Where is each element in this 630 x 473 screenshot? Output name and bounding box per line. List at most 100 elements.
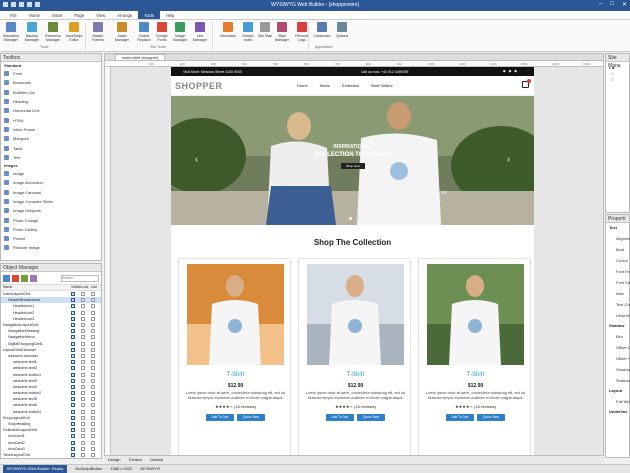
object-visible-checkbox[interactable] <box>71 440 75 445</box>
object-visible-checkbox[interactable] <box>71 396 75 402</box>
object-use-checkbox[interactable] <box>91 347 95 352</box>
object-visible-checkbox[interactable] <box>71 415 75 420</box>
object-visible-checkbox[interactable] <box>71 353 75 358</box>
property-row[interactable]: Blur <box>606 331 629 342</box>
object-lock-checkbox[interactable] <box>81 316 85 321</box>
property-row[interactable]: Offset Y <box>606 353 630 364</box>
add-to-cart-button[interactable]: Add To Cart <box>206 414 234 421</box>
object-visible-checkbox[interactable] <box>71 421 75 427</box>
object-use-checkbox[interactable] <box>91 292 95 297</box>
object-lock-checkbox[interactable] <box>81 298 85 303</box>
ribbon-button-global-replace[interactable]: Global Replace <box>134 22 154 42</box>
object-use-checkbox[interactable] <box>91 409 95 414</box>
object-visible-checkbox[interactable] <box>71 433 75 439</box>
object-lock-checkbox[interactable] <box>81 372 85 377</box>
ribbon-button-animation-manager[interactable]: Animation Manager <box>1 22 21 42</box>
toolbox-item-image-carousel[interactable]: Image Carousel <box>1 188 101 197</box>
object-use-checkbox[interactable] <box>91 434 95 439</box>
quick-view-button[interactable]: Quick View <box>357 414 385 421</box>
object-lock-checkbox[interactable] <box>81 415 85 420</box>
ribbon-button-inferodule[interactable]: Inferodule <box>218 22 238 38</box>
social-icons[interactable]: ◆◆◆ <box>503 69 520 73</box>
toolbox-item-photo-gallery[interactable]: Photo Gallery <box>1 225 101 234</box>
toolbox-item-table[interactable]: Table <box>1 143 101 152</box>
delete-icon[interactable] <box>12 274 19 282</box>
maximize-icon[interactable]: □ <box>610 1 614 8</box>
object-lock-checkbox[interactable] <box>81 422 85 427</box>
toolbox-item-image-compare-slider[interactable]: Image Compare Slider <box>1 197 101 206</box>
toolbox-item-image-hotspots[interactable]: Image Hotspots <box>1 206 101 215</box>
property-section[interactable]: Text <box>606 223 629 233</box>
object-lock-checkbox[interactable] <box>81 434 85 439</box>
carousel-dot[interactable] <box>355 217 358 220</box>
toolbox-item-bookmark[interactable]: Bookmark <box>1 78 101 87</box>
property-row[interactable]: Bold <box>606 244 629 255</box>
toolbox-section-images[interactable]: Images <box>1 162 101 169</box>
object-use-checkbox[interactable] <box>91 403 95 408</box>
object-visible-checkbox[interactable] <box>71 359 75 365</box>
ribbon-button-remove-logo[interactable]: Remove Logo <box>292 22 312 42</box>
object-lock-checkbox[interactable] <box>81 310 85 315</box>
object-lock-checkbox[interactable] <box>81 323 85 328</box>
property-section[interactable]: Layout <box>606 386 629 396</box>
object-use-checkbox[interactable] <box>91 415 95 420</box>
object-use-checkbox[interactable] <box>91 304 95 309</box>
quick-view-button[interactable]: Quick View <box>237 414 265 421</box>
property-row[interactable]: Font Size <box>606 277 630 288</box>
object-lock-checkbox[interactable] <box>81 335 85 340</box>
expand-icon[interactable] <box>3 274 10 282</box>
object-use-checkbox[interactable] <box>91 446 95 451</box>
object-use-checkbox[interactable] <box>91 353 95 358</box>
object-use-checkbox[interactable] <box>91 391 95 396</box>
nav-item-collection[interactable]: Collection <box>342 83 360 88</box>
group-icon[interactable] <box>21 274 28 282</box>
ribbon-button-javascript-editor[interactable]: JavaScript Editor <box>64 22 84 42</box>
object-use-checkbox[interactable] <box>91 372 95 377</box>
object-search-input[interactable] <box>61 274 99 282</box>
product-image[interactable] <box>427 264 524 365</box>
bottom-tab[interactable]: Default <box>150 457 163 462</box>
object-visible-checkbox[interactable] <box>71 347 75 352</box>
product-image[interactable] <box>307 264 404 365</box>
toolbox-item-photo-collage[interactable]: Photo Collage <box>1 215 101 224</box>
object-use-checkbox[interactable] <box>91 452 95 457</box>
ribbon-button-customize[interactable]: Customize <box>312 22 332 38</box>
property-row[interactable]: Offset X <box>606 342 630 353</box>
ribbon-button-backup-manager[interactable]: Backup Manager <box>22 22 42 42</box>
site-logo[interactable]: SHOPPER <box>175 81 223 91</box>
toolbox-item-text[interactable]: Text <box>1 153 101 162</box>
menu-item-file[interactable]: File <box>4 11 23 19</box>
object-visible-checkbox[interactable] <box>71 409 75 414</box>
object-use-checkbox[interactable] <box>91 310 95 315</box>
object-use-checkbox[interactable] <box>91 366 95 371</box>
next-arrow-icon[interactable]: › <box>507 154 510 164</box>
object-use-checkbox[interactable] <box>91 397 95 402</box>
product-image[interactable] <box>187 264 284 365</box>
toolbox-item-heading[interactable]: Heading <box>1 97 101 106</box>
object-lock-checkbox[interactable] <box>81 347 85 352</box>
ribbon-button-link-manager[interactable]: Link Manager <box>190 22 210 42</box>
bottom-tab[interactable]: Toolbox <box>128 457 142 462</box>
object-visible-checkbox[interactable] <box>71 334 75 340</box>
object-use-checkbox[interactable] <box>91 323 95 328</box>
ribbon-button-asset-manager[interactable]: Asset Manager <box>112 22 132 42</box>
object-lock-checkbox[interactable] <box>81 384 85 389</box>
ribbon-button-extension-manager[interactable]: Extension Manager <box>43 22 63 42</box>
property-row[interactable]: Font Fam <box>606 266 630 277</box>
property-row[interactable]: Shadow <box>606 375 630 386</box>
object-visible-checkbox[interactable] <box>71 310 75 315</box>
menu-item-insert[interactable]: Insert <box>46 11 68 19</box>
add-to-cart-button[interactable]: Add To Cart <box>326 414 354 421</box>
toolbox-item-horizontal-line[interactable]: Horizontal Line <box>1 106 101 115</box>
ribbon-button-image-manager[interactable]: Image Manager <box>170 22 190 42</box>
object-visible-checkbox[interactable] <box>71 291 75 297</box>
menu-item-arrange[interactable]: Arrange <box>111 11 138 19</box>
menu-item-tools[interactable]: Tools <box>138 11 160 19</box>
property-row[interactable]: Italic <box>606 288 629 299</box>
object-use-checkbox[interactable] <box>91 329 95 334</box>
toolbox-section-standard[interactable]: Standard <box>1 62 101 69</box>
ribbon-button-google-fonts[interactable]: Google Fonts <box>152 22 172 42</box>
object-visible-checkbox[interactable] <box>71 328 75 334</box>
ribbon-button-master-frames[interactable]: Master Frames <box>88 22 108 42</box>
object-use-checkbox[interactable] <box>91 335 95 340</box>
